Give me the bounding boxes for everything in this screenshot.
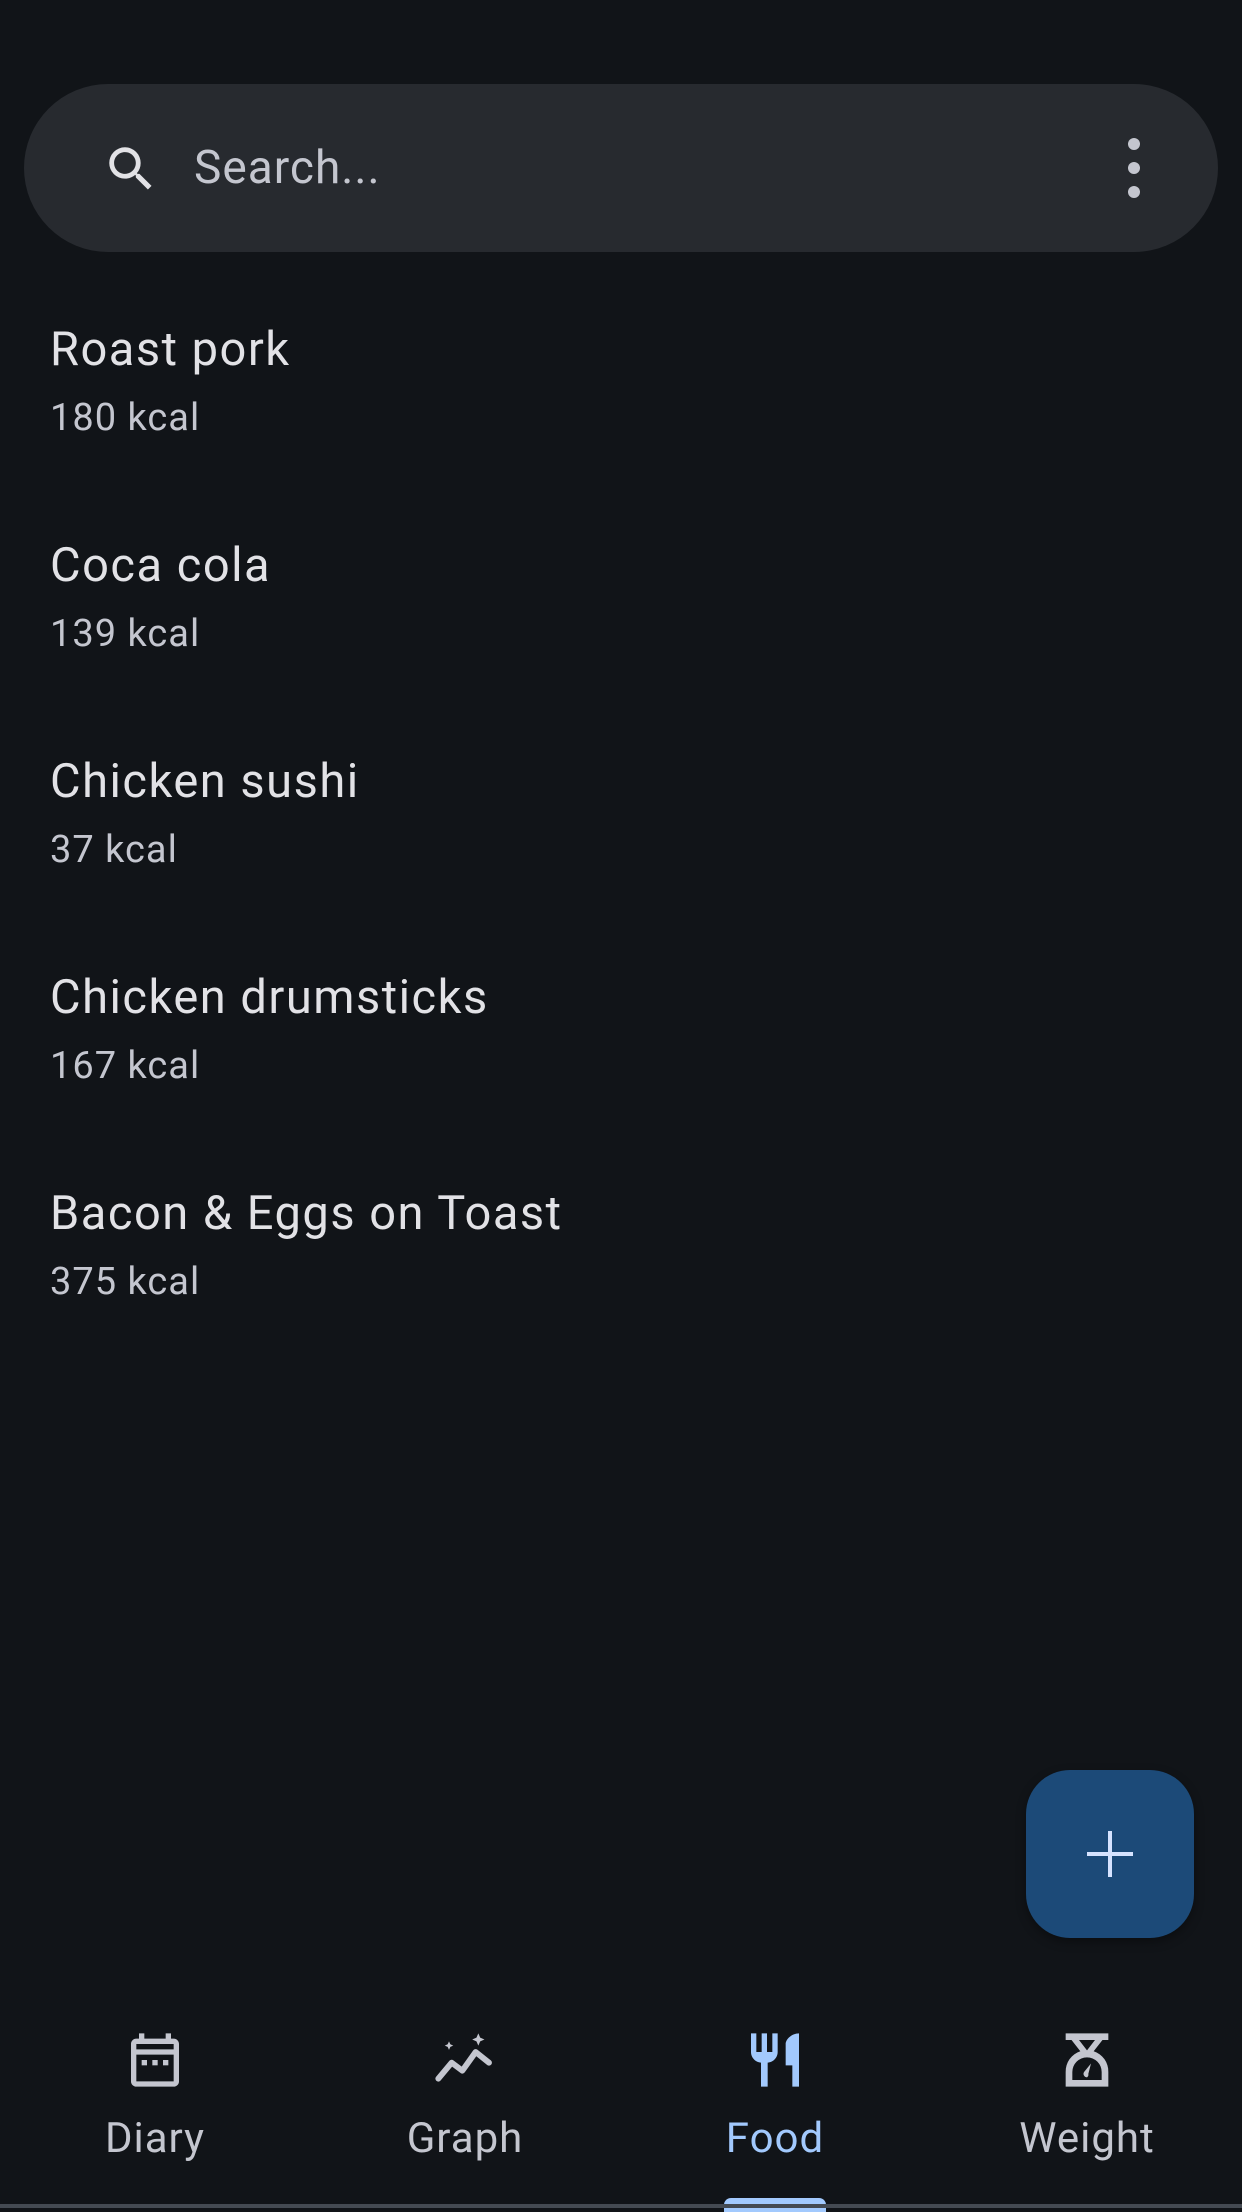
more-options-button[interactable]	[1114, 138, 1154, 198]
system-navigation-bar	[0, 2204, 1242, 2208]
food-name: Bacon & Eggs on Toast	[50, 1186, 563, 1241]
nav-item-graph[interactable]: Graph	[310, 1984, 620, 2208]
food-name: Chicken sushi	[50, 754, 360, 809]
more-vert-icon	[1128, 138, 1140, 150]
search-input[interactable]	[194, 128, 1094, 208]
food-name: Roast pork	[50, 322, 291, 377]
food-list: Roast pork 180 kcal Coca cola 139 kcal C…	[0, 300, 1242, 1380]
more-vert-icon-dot	[1128, 186, 1140, 198]
list-item[interactable]: Chicken sushi 37 kcal	[0, 732, 1242, 948]
nav-label: Weight	[1019, 2114, 1155, 2163]
food-kcal: 37 kcal	[50, 828, 178, 872]
list-item[interactable]: Bacon & Eggs on Toast 375 kcal	[0, 1164, 1242, 1380]
list-item[interactable]: Coca cola 139 kcal	[0, 516, 1242, 732]
scale-icon	[1055, 2028, 1119, 2092]
food-name: Coca cola	[50, 538, 272, 593]
nav-label: Graph	[406, 2114, 524, 2163]
graph-icon	[433, 2028, 497, 2092]
nav-label: Diary	[104, 2114, 206, 2163]
plus-icon	[1087, 1831, 1133, 1877]
add-food-button[interactable]	[1026, 1770, 1194, 1938]
calendar-icon	[123, 2028, 187, 2092]
nav-item-food[interactable]: Food	[620, 1984, 930, 2212]
food-kcal: 167 kcal	[50, 1044, 201, 1088]
list-item[interactable]: Roast pork 180 kcal	[0, 300, 1242, 516]
food-kcal: 180 kcal	[50, 396, 201, 440]
restaurant-icon	[743, 2028, 807, 2092]
food-kcal: 375 kcal	[50, 1260, 201, 1304]
more-vert-icon-dot	[1128, 162, 1140, 174]
nav-label: Food	[725, 2114, 825, 2163]
search-icon	[102, 140, 160, 198]
bottom-navigation: Diary Graph Food Weight	[0, 1984, 1242, 2212]
nav-item-diary[interactable]: Diary	[0, 1984, 310, 2208]
search-bar[interactable]	[24, 84, 1218, 252]
list-item[interactable]: Chicken drumsticks 167 kcal	[0, 948, 1242, 1164]
food-name: Chicken drumsticks	[50, 970, 489, 1025]
nav-item-weight[interactable]: Weight	[932, 1984, 1242, 2208]
food-kcal: 139 kcal	[50, 612, 201, 656]
status-bar	[0, 0, 160, 6]
